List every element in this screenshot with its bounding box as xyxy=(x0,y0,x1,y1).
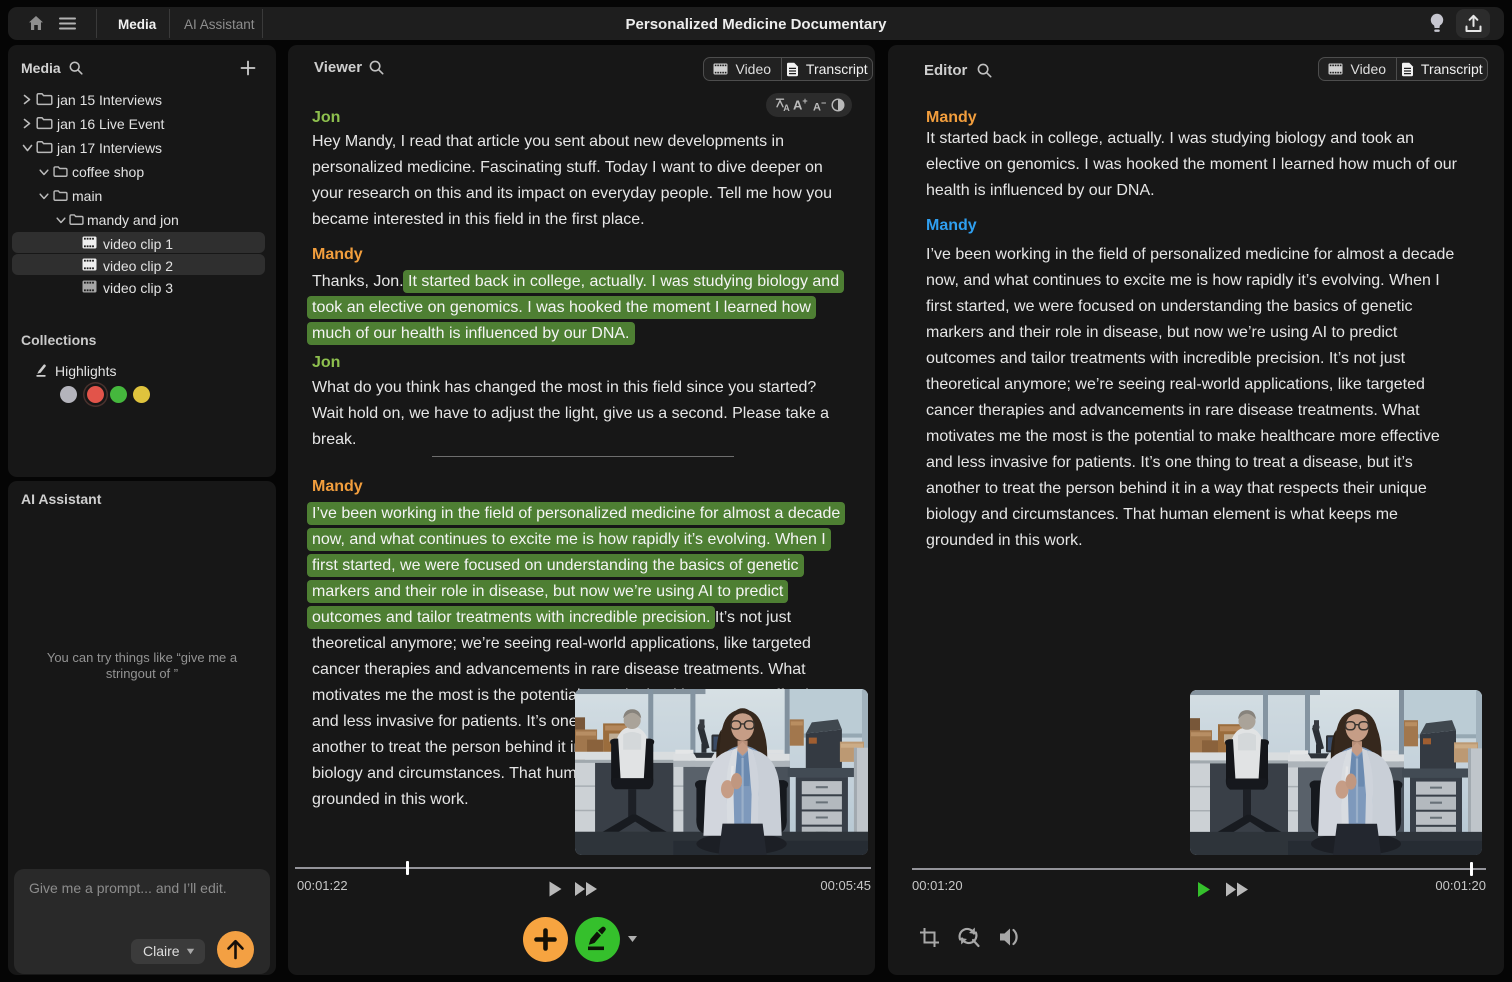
svg-text:A: A xyxy=(783,103,790,112)
